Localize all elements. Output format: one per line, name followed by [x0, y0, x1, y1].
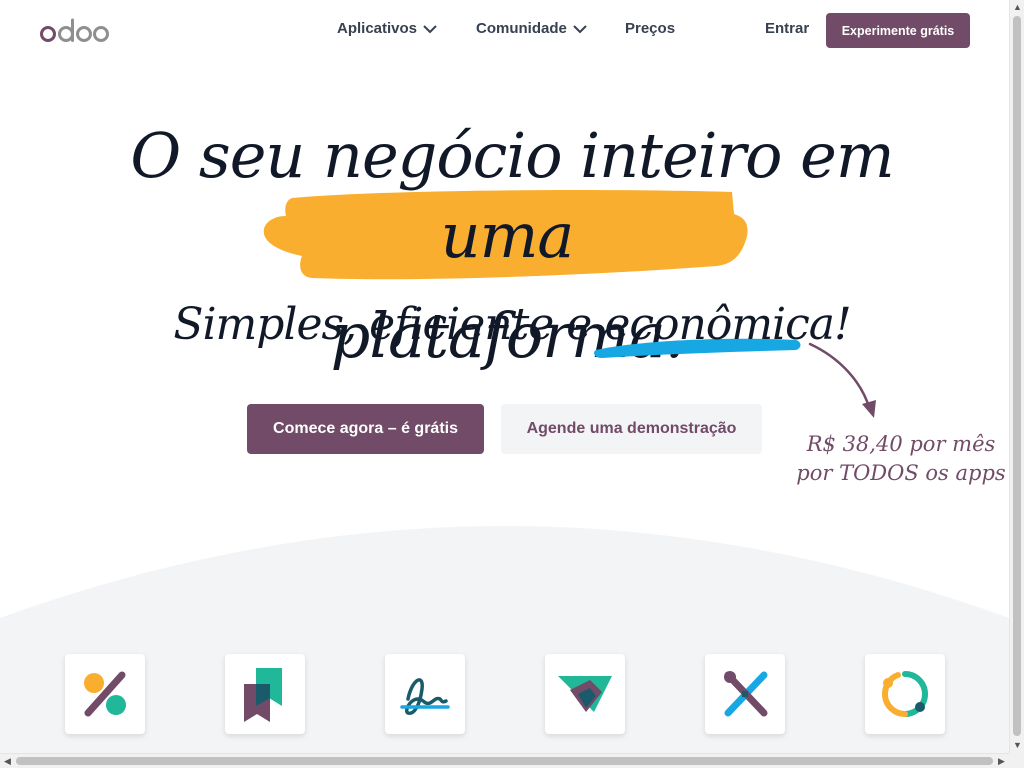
nav-precos[interactable]: Preços [625, 20, 675, 37]
scroll-up-icon[interactable]: ▲ [1010, 0, 1024, 15]
scroll-left-icon[interactable]: ◀ [0, 754, 15, 769]
price-note: R$ 38,40 por mês por TODOS os apps [796, 430, 1006, 488]
app-card-accounting[interactable] [65, 654, 145, 734]
login-link[interactable]: Entrar [765, 20, 809, 37]
chevron-down-icon [573, 24, 587, 33]
discuss-icon [881, 671, 928, 717]
hero-headline-line1: O seu negócio inteiro em [130, 119, 894, 192]
app-card-knowledge[interactable] [225, 654, 305, 734]
app-card-crm[interactable] [545, 654, 625, 734]
nav-comunidade-label: Comunidade [476, 20, 567, 37]
try-free-button[interactable]: Experimente grátis [826, 13, 970, 48]
schedule-demo-button[interactable]: Agende uma demonstração [501, 404, 762, 454]
curved-arrow-icon [808, 342, 876, 418]
scroll-right-icon[interactable]: ▶ [994, 754, 1009, 769]
app-card-sign[interactable] [385, 654, 465, 734]
vertical-scrollbar-thumb[interactable] [1013, 16, 1021, 736]
nav-precos-label: Preços [625, 20, 676, 37]
hero-headline-line2-wrap: uma plataforma. [262, 186, 752, 372]
horizontal-scrollbar-thumb[interactable] [16, 757, 993, 765]
nav-comunidade[interactable]: Comunidade [476, 20, 587, 37]
knowledge-icon [244, 668, 282, 722]
chevron-down-icon [423, 24, 437, 33]
app-card-discuss[interactable] [865, 654, 945, 734]
top-navbar: Aplicativos Comunidade Preços Entrar Exp… [0, 0, 1009, 62]
section-wave-background [0, 526, 1009, 753]
start-now-button[interactable]: Comece agora – é grátis [247, 404, 484, 454]
sign-icon [400, 678, 450, 715]
price-note-line1: R$ 38,40 por mês [806, 432, 996, 456]
studio-icon [724, 671, 768, 717]
vertical-scrollbar[interactable]: ▲ ▼ [1009, 0, 1024, 753]
horizontal-scrollbar[interactable]: ◀ ▶ [0, 753, 1009, 768]
app-card-studio[interactable] [705, 654, 785, 734]
scroll-down-icon[interactable]: ▼ [1010, 738, 1024, 753]
crm-icon [558, 676, 612, 712]
nav-aplicativos[interactable]: Aplicativos [337, 20, 437, 37]
nav-aplicativos-label: Aplicativos [337, 20, 418, 37]
page: Aplicativos Comunidade Preços Entrar Exp… [0, 0, 1009, 753]
accounting-icon [84, 671, 126, 717]
odoo-logo[interactable] [40, 14, 110, 46]
scrollbar-corner [1009, 753, 1024, 768]
price-note-line2: por TODOS os apps [796, 461, 1006, 485]
